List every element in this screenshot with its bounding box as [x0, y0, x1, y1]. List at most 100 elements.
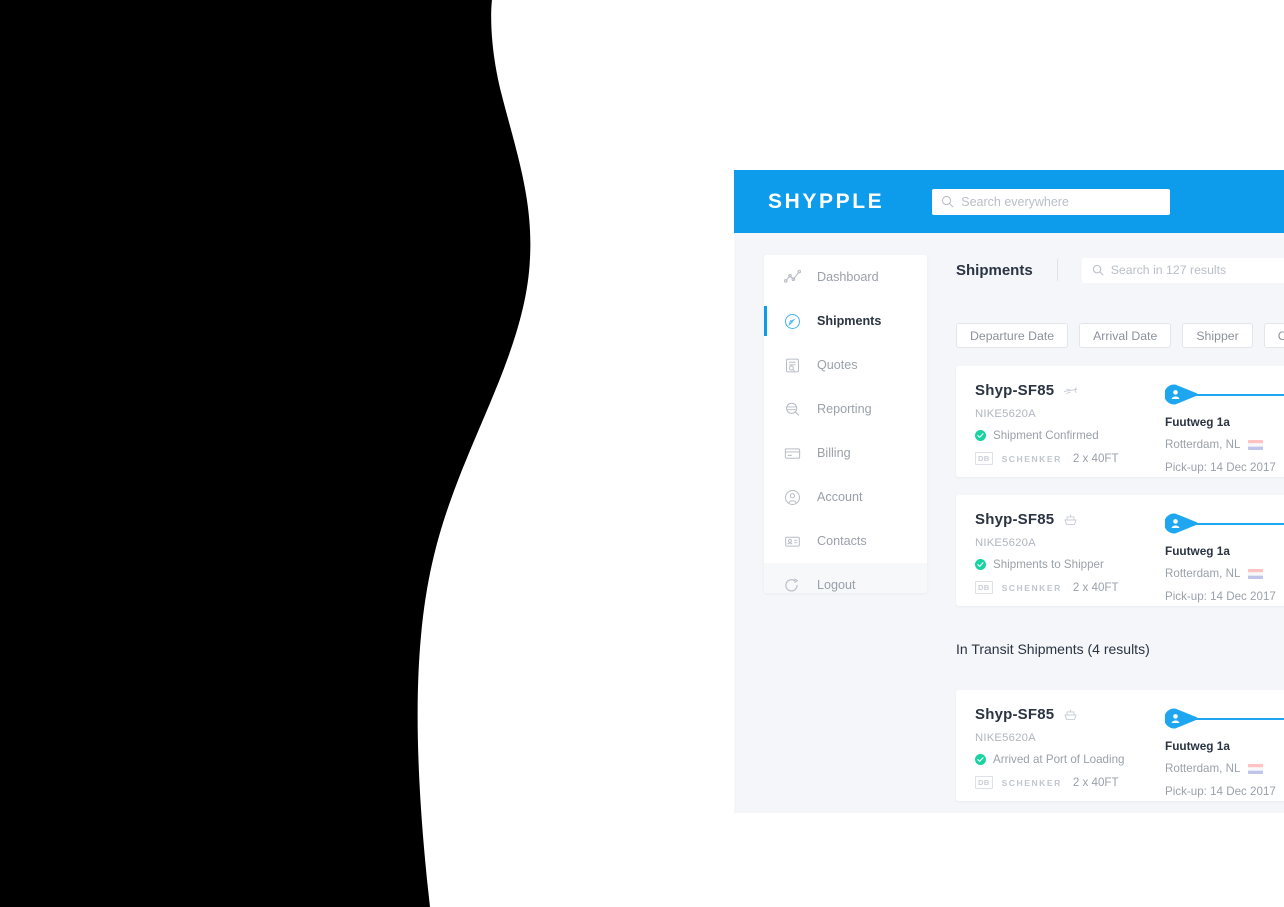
- sidebar-item-label: Contacts: [817, 534, 867, 548]
- filter-departure-date[interactable]: Departure Date: [956, 323, 1069, 348]
- nl-flag-icon: [1248, 439, 1264, 450]
- sidebar-item-dashboard[interactable]: Dashboard: [764, 255, 927, 299]
- pickup-date: Pick-up: 14 Dec 2017: [1165, 590, 1276, 603]
- decorative-black-curve: [0, 0, 531, 907]
- shipment-reference-row: Shyp-SF85: [975, 511, 1165, 528]
- nl-flag-icon: [1248, 763, 1264, 774]
- shipment-status-row: Shipment Confirmed: [975, 429, 1165, 442]
- filter-consignee[interactable]: C: [1263, 323, 1284, 348]
- sidebar-item-quotes[interactable]: Quotes: [764, 343, 927, 387]
- global-search-input[interactable]: Search everywhere: [932, 188, 1171, 215]
- search-icon: [1092, 264, 1104, 276]
- shipment-reference: Shyp-SF85: [975, 511, 1055, 528]
- filter-shipper[interactable]: Shipper: [1182, 323, 1253, 348]
- pickup-date: Pick-up: 14 Dec 2017: [1165, 785, 1276, 798]
- shipment-card[interactable]: Shyp-SF85 NIKE5620A: [956, 495, 1284, 606]
- sidebar-item-label: Quotes: [817, 358, 858, 372]
- section-header-in-transit: In Transit Shipments (4 results): [956, 626, 1284, 672]
- shipment-route: Fuutweg 1a Rotterdam, NL Pick-up: 14 Dec…: [1165, 706, 1284, 801]
- app-window: SHYPPLE Search everywhere Dashboard Ship…: [734, 170, 1284, 813]
- brand-logo: SHYPPLE: [768, 189, 885, 213]
- carrier-row: DB SCHENKER 2 x 40FT: [975, 581, 1165, 594]
- app-body: Dashboard Shipments Quotes Reporting Bil…: [734, 233, 1284, 813]
- nl-flag-icon: [1248, 568, 1264, 579]
- search-icon: [942, 195, 954, 208]
- shipment-status: Shipment Confirmed: [993, 429, 1099, 442]
- sidebar-item-label: Dashboard: [817, 270, 879, 284]
- document-search-icon: [786, 358, 799, 372]
- shipment-route: Fuutweg 1a Rotterdam, NL Pick-up: 14 Dec…: [1165, 382, 1284, 477]
- filter-arrival-date[interactable]: Arrival Date: [1079, 323, 1172, 348]
- shipment-summary: Shyp-SF85 NIKE5620A Shipment Confirmed D…: [975, 382, 1165, 477]
- sidebar-item-contacts[interactable]: Contacts: [764, 519, 927, 563]
- shipment-status-row: Shipments to Shipper: [975, 558, 1165, 571]
- credit-card-icon: [784, 447, 801, 459]
- progress-track: [1165, 384, 1284, 406]
- booking-reference: NIKE5620A: [975, 408, 1036, 420]
- origin-address: Fuutweg 1a: [1165, 739, 1230, 753]
- progress-line: [1191, 718, 1284, 720]
- carrier-name: SCHENKER: [1001, 453, 1062, 464]
- pickup-date: Pick-up: 14 Dec 2017: [1165, 461, 1276, 474]
- sidebar-item-label: Logout: [817, 578, 856, 592]
- shipment-card[interactable]: Shyp-SF85 NIKE5620A: [956, 690, 1284, 801]
- sidebar-item-label: Shipments: [817, 314, 882, 328]
- check-circle-icon: [975, 430, 986, 441]
- sidebar-item-label: Account: [817, 490, 863, 504]
- shipment-route: Fuutweg 1a Rotterdam, NL Pick-up: 14 Dec…: [1165, 511, 1284, 606]
- vessel-icon: [1064, 709, 1077, 720]
- origin-address: Fuutweg 1a: [1165, 415, 1230, 429]
- shipment-summary: Shyp-SF85 NIKE5620A: [975, 706, 1165, 801]
- main-header: Shipments Search in 127 results: [956, 255, 1284, 285]
- shipment-status-row: Arrived at Port of Loading: [975, 753, 1165, 766]
- sidebar-item-reporting[interactable]: Reporting: [764, 387, 927, 431]
- header-divider: [1056, 259, 1058, 281]
- sidebar-item-logout[interactable]: Logout: [764, 563, 927, 593]
- origin-address: Fuutweg 1a: [1165, 544, 1230, 558]
- shipment-reference: Shyp-SF85: [975, 382, 1055, 399]
- carrier-row: DB SCHENKER 2 x 40FT: [975, 776, 1165, 789]
- container-count: 2 x 40FT: [1072, 776, 1119, 789]
- origin-city-row: Rotterdam, NL: [1165, 438, 1284, 451]
- progress-track: [1165, 708, 1284, 730]
- shipment-card[interactable]: Shyp-SF85 NIKE5620A Shipment Confirmed D…: [956, 366, 1284, 477]
- origin-city: Rotterdam, NL: [1165, 567, 1241, 580]
- origin-city: Rotterdam, NL: [1165, 762, 1241, 775]
- carrier-name: SCHENKER: [1001, 582, 1062, 593]
- airplane-icon: [1064, 387, 1078, 394]
- main-content: Shipments Search in 127 results Departur…: [927, 255, 1284, 813]
- sidebar-item-shipments[interactable]: Shipments: [764, 299, 927, 343]
- list-search-placeholder: Search in 127 results: [1110, 263, 1227, 277]
- shipment-status: Shipments to Shipper: [993, 558, 1104, 571]
- sidebar-item-label: Billing: [817, 446, 851, 460]
- progress-track: [1165, 513, 1284, 535]
- booking-reference: NIKE5620A: [975, 732, 1036, 744]
- page-title: Shipments: [956, 261, 1033, 279]
- origin-pin-icon: [1165, 384, 1198, 405]
- shipment-reference-row: Shyp-SF85: [975, 706, 1165, 723]
- app-header: SHYPPLE Search everywhere: [734, 170, 1284, 233]
- container-count: 2 x 40FT: [1072, 581, 1119, 594]
- sidebar-item-billing[interactable]: Billing: [764, 431, 927, 475]
- origin-pin-icon: [1165, 708, 1198, 729]
- origin-city-row: Rotterdam, NL: [1165, 567, 1284, 580]
- chart-line-icon: [784, 269, 801, 283]
- section-title: In Transit Shipments (4 results): [956, 641, 1150, 657]
- shipment-status: Arrived at Port of Loading: [993, 753, 1125, 766]
- origin-city: Rotterdam, NL: [1165, 438, 1241, 451]
- progress-line: [1191, 394, 1284, 396]
- user-circle-icon: [785, 489, 800, 505]
- sidebar-item-account[interactable]: Account: [764, 475, 927, 519]
- sidebar-nav: Dashboard Shipments Quotes Reporting Bil…: [764, 255, 927, 593]
- screenshot-canvas: SHYPPLE Search everywhere Dashboard Ship…: [0, 0, 1284, 907]
- compass-navigation-icon: [785, 313, 800, 329]
- sidebar-item-label: Reporting: [817, 402, 872, 416]
- check-circle-icon: [975, 754, 986, 765]
- shipment-summary: Shyp-SF85 NIKE5620A: [975, 511, 1165, 606]
- origin-pin-icon: [1165, 513, 1198, 534]
- carrier-badge: DB: [975, 452, 993, 465]
- global-search-placeholder: Search everywhere: [961, 194, 1069, 209]
- list-search-input[interactable]: Search in 127 results: [1081, 257, 1284, 283]
- contact-card-icon: [785, 536, 800, 547]
- progress-line: [1191, 523, 1284, 525]
